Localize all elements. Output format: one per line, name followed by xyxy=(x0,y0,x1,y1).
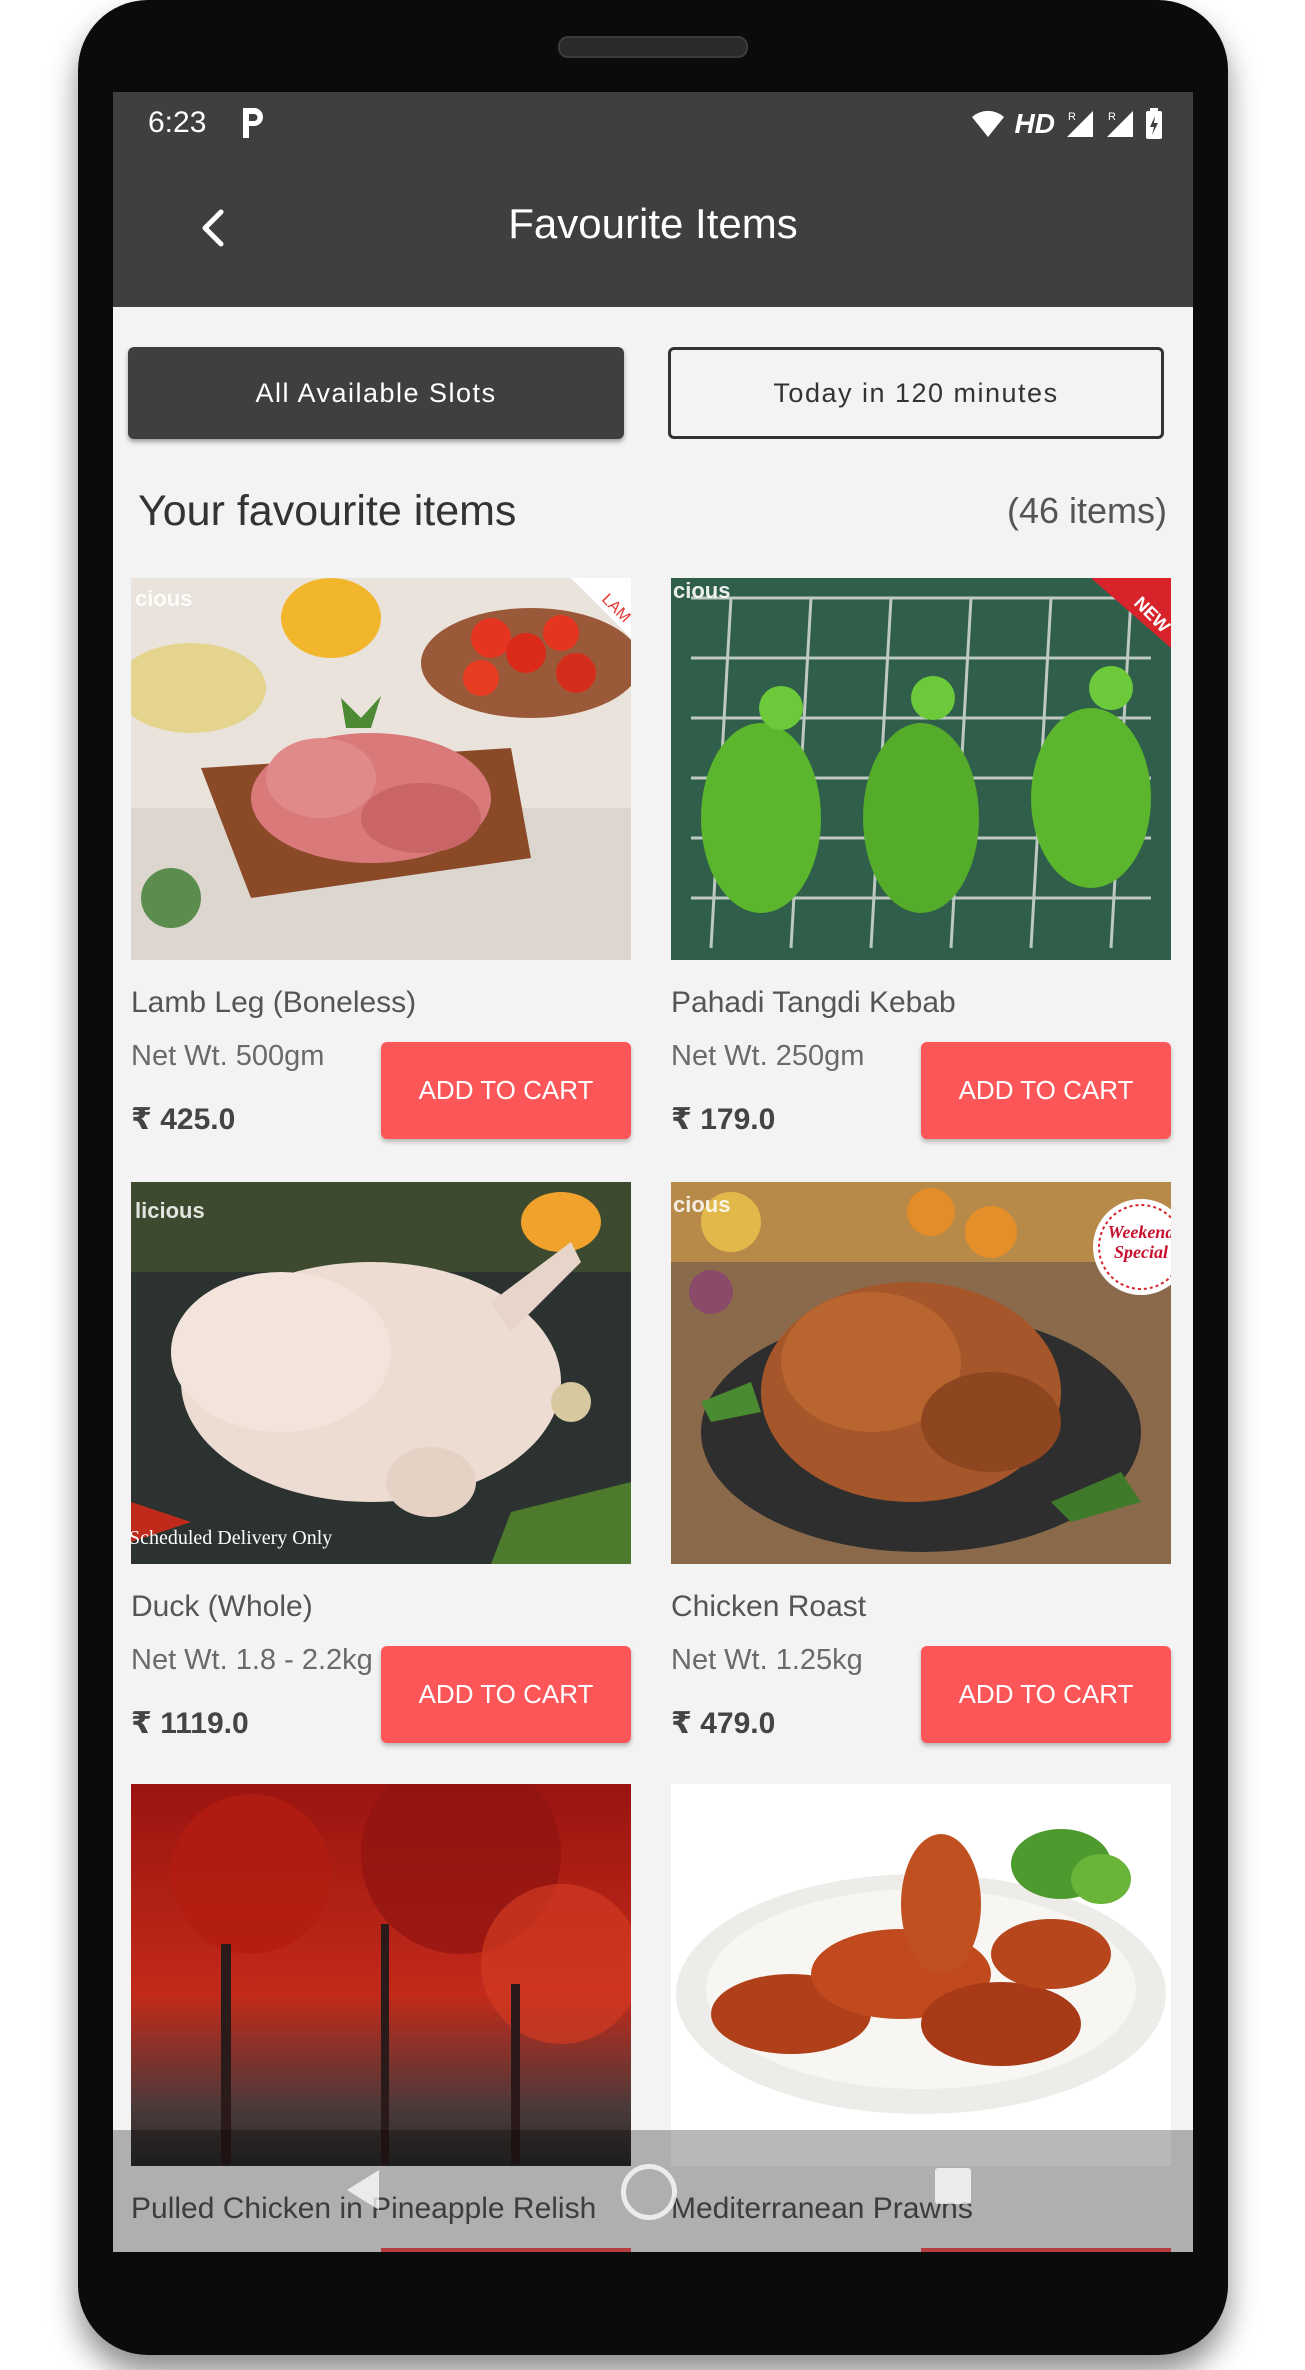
image-watermark: cious xyxy=(673,1192,730,1217)
signal-icon: R xyxy=(1067,111,1093,137)
product-image-tangdi-kebab[interactable]: NEW cious xyxy=(671,578,1171,960)
status-bar: 6:23 HD R R xyxy=(113,92,1193,156)
product-image-duck[interactable]: licious Scheduled Delivery Only xyxy=(131,1182,631,1564)
image-caption: Scheduled Delivery Only xyxy=(131,1527,332,1549)
system-nav-bar xyxy=(113,2130,1193,2252)
section-title: Your favourite items xyxy=(138,487,517,535)
app-screen: 6:23 HD R R Favourite Items All Availabl… xyxy=(113,92,1193,2252)
app-bar: Favourite Items xyxy=(113,156,1193,307)
product-name: Pahadi Tangdi Kebab xyxy=(671,986,956,1019)
roaming-indicator-2: R xyxy=(1108,111,1116,123)
image-watermark: cious xyxy=(135,586,192,611)
signal-icon-2: R xyxy=(1107,111,1133,137)
add-to-cart-button[interactable]: ADD TO CART xyxy=(381,1646,631,1743)
product-image-pulled-chicken[interactable] xyxy=(131,1784,631,2166)
product-price: ₹ 179.0 xyxy=(671,1103,776,1136)
items-count: (46 items) xyxy=(1006,490,1167,531)
product-weight: Net Wt. 1.8 - 2.2kg xyxy=(131,1644,373,1676)
page-title: Favourite Items xyxy=(508,200,798,247)
phone-frame: 6:23 HD R R Favourite Items All Availabl… xyxy=(78,0,1228,2355)
weekend-badge: Weekend Special xyxy=(1108,1222,1171,1262)
product-price: ₹ 479.0 xyxy=(671,1707,776,1740)
nav-home-icon[interactable] xyxy=(621,2164,677,2220)
product-image-chicken-roast[interactable]: Weekend Special cious xyxy=(671,1182,1171,1564)
product-name: Chicken Roast xyxy=(671,1590,867,1623)
product-price: ₹ 1119.0 xyxy=(131,1707,249,1740)
status-time: 6:23 xyxy=(148,106,207,139)
all-slots-button[interactable]: All Available Slots xyxy=(128,347,624,439)
nav-back-icon[interactable] xyxy=(343,2168,383,2212)
product-weight: Net Wt. 250gm xyxy=(671,1040,865,1072)
phone-speaker xyxy=(558,36,748,58)
product-price: ₹ 425.0 xyxy=(131,1103,236,1136)
nav-recent-apps-icon[interactable] xyxy=(935,2168,971,2204)
add-to-cart-button[interactable]: ADD TO CART xyxy=(381,1042,631,1139)
roaming-indicator: R xyxy=(1068,111,1076,123)
image-watermark: cious xyxy=(673,578,730,603)
image-watermark: licious xyxy=(135,1198,205,1223)
hd-label: HD xyxy=(1014,108,1055,139)
today-slot-button[interactable]: Today in 120 minutes xyxy=(668,347,1164,439)
add-to-cart-button[interactable]: ADD TO CART xyxy=(921,1042,1171,1139)
product-name: Duck (Whole) xyxy=(131,1590,313,1623)
parking-app-icon xyxy=(243,108,263,138)
battery-icon xyxy=(1146,108,1162,139)
product-name: Lamb Leg (Boneless) xyxy=(131,986,417,1019)
add-to-cart-button[interactable]: ADD TO CART xyxy=(921,1646,1171,1743)
product-image-lamb[interactable]: LAM cious xyxy=(131,578,631,960)
wifi-icon xyxy=(971,110,1004,137)
product-image-prawns[interactable] xyxy=(671,1784,1171,2166)
status-icons: HD R R xyxy=(971,106,1163,142)
product-weight: Net Wt. 500gm xyxy=(131,1040,325,1072)
product-weight: Net Wt. 1.25kg xyxy=(671,1644,863,1676)
